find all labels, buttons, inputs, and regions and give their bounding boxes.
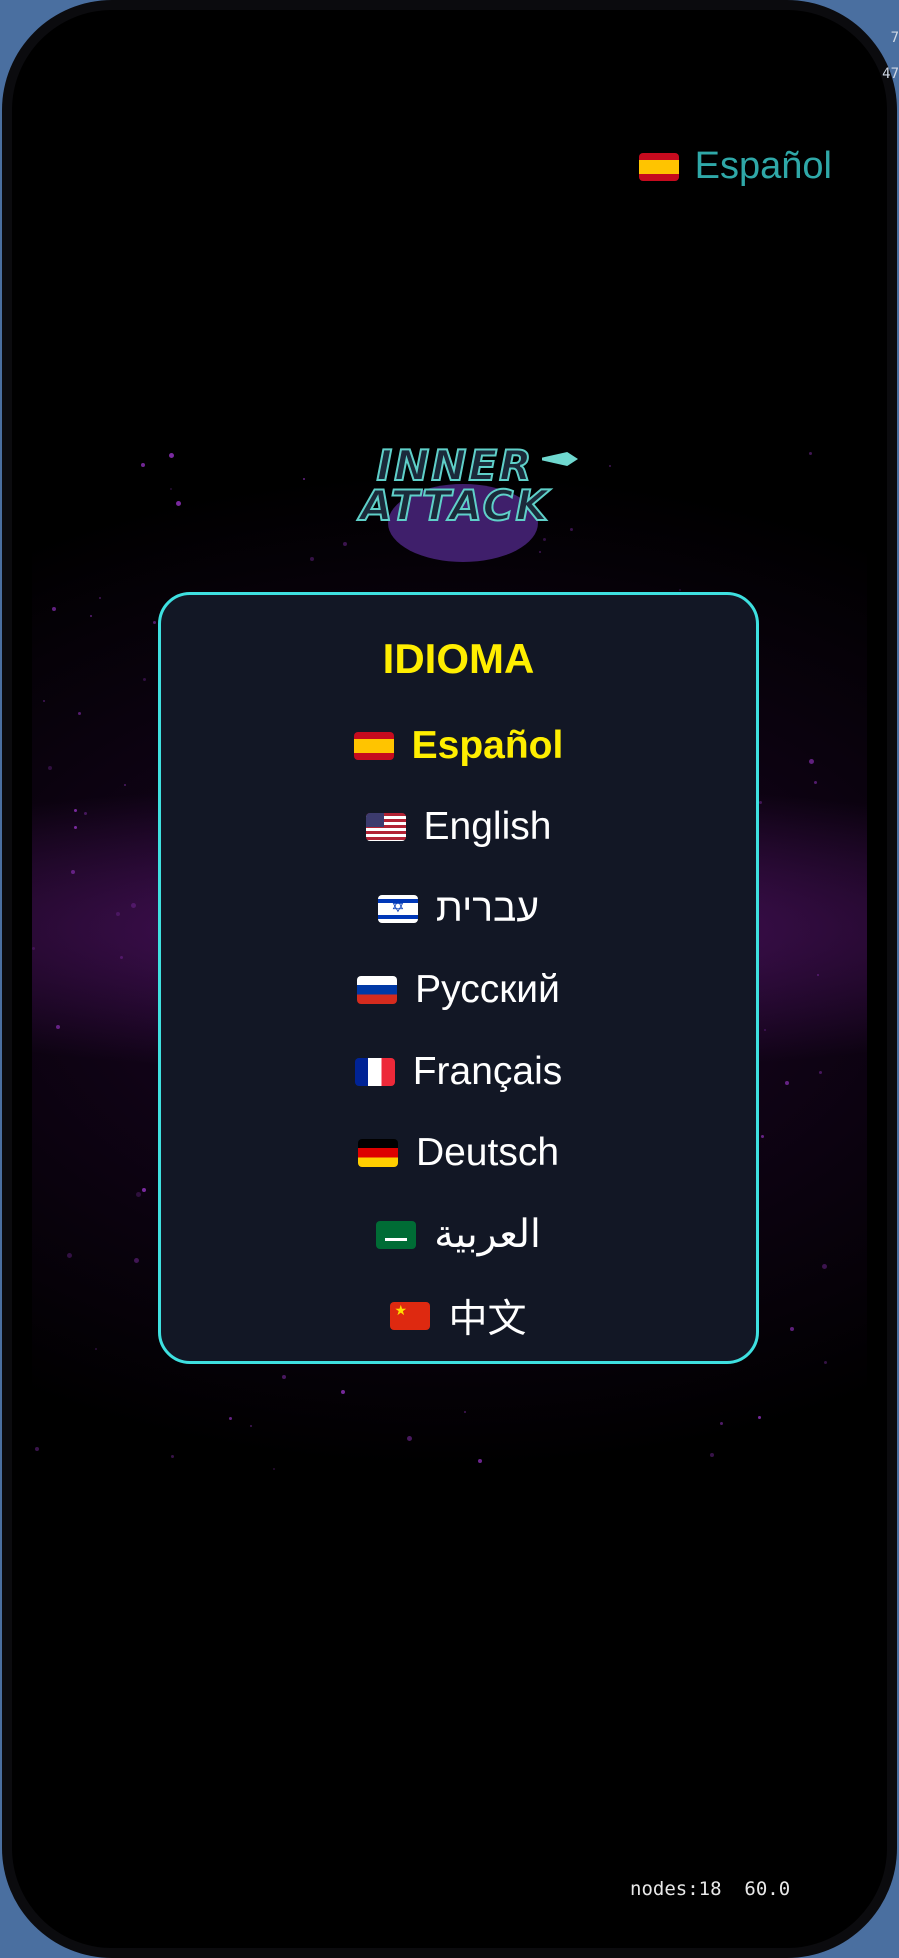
star-dot bbox=[608, 464, 611, 467]
star-dot bbox=[168, 453, 174, 459]
star-dot bbox=[281, 1375, 286, 1380]
star-dot bbox=[808, 759, 814, 765]
germany-flag-icon bbox=[357, 1139, 398, 1168]
star-dot bbox=[302, 478, 305, 481]
star-dot bbox=[84, 812, 88, 816]
star-dot bbox=[758, 801, 762, 805]
star-dot bbox=[478, 1458, 483, 1463]
language-option-label: Русский bbox=[415, 968, 560, 1012]
russia-flag-icon bbox=[357, 976, 398, 1005]
dialog-title: IDIOMA bbox=[382, 635, 535, 682]
star-dot bbox=[790, 1326, 795, 1331]
usa-flag-icon bbox=[365, 813, 406, 842]
star-dot bbox=[153, 620, 157, 624]
star-dot bbox=[228, 1416, 232, 1420]
star-dot bbox=[170, 488, 173, 491]
language-selector[interactable]: Español bbox=[638, 145, 832, 188]
star-dot bbox=[785, 1081, 790, 1086]
star-dot bbox=[73, 808, 77, 812]
china-flag-icon bbox=[390, 1302, 431, 1331]
logo-line-2: ATTACK bbox=[359, 481, 551, 530]
star-dot bbox=[98, 596, 101, 599]
star-dot bbox=[43, 700, 45, 703]
game-logo: INNER ATTACK bbox=[330, 440, 590, 562]
status-bar-corner: 7 47 bbox=[881, 20, 899, 92]
star-dot bbox=[813, 781, 817, 785]
language-option-label: العربية bbox=[434, 1213, 541, 1257]
star-dot bbox=[143, 678, 147, 682]
logo-line-1: INNER bbox=[376, 441, 534, 490]
star-dot bbox=[35, 1447, 40, 1452]
language-option-ar[interactable]: العربية bbox=[161, 1194, 756, 1276]
star-dot bbox=[678, 589, 681, 592]
star-dot bbox=[176, 501, 182, 507]
spain-flag-icon bbox=[353, 731, 394, 760]
spain-flag-icon bbox=[638, 152, 679, 181]
star-dot bbox=[47, 765, 52, 770]
language-option-label: Deutsch bbox=[415, 1131, 560, 1175]
star-dot bbox=[824, 1360, 828, 1364]
star-dot bbox=[134, 1258, 140, 1264]
language-option-de[interactable]: Deutsch bbox=[161, 1113, 756, 1195]
star-dot bbox=[760, 1134, 764, 1138]
star-dot bbox=[250, 1424, 253, 1427]
star-dot bbox=[51, 607, 56, 612]
star-dot bbox=[817, 974, 820, 977]
star-dot bbox=[341, 1390, 346, 1395]
node-count: nodes:18 bbox=[630, 1878, 722, 1900]
language-option-zh[interactable]: 中文 bbox=[161, 1276, 756, 1358]
language-option-es[interactable]: Español bbox=[161, 705, 756, 787]
language-option-he[interactable]: עברית bbox=[161, 868, 756, 950]
language-options: Español English עברית Русский Français bbox=[161, 705, 756, 1357]
language-option-label: Español bbox=[411, 723, 564, 767]
game-screen: Español INNER ATTACK JUGAR CONFIGURACION… bbox=[12, 10, 887, 1948]
star-dot bbox=[464, 1411, 467, 1414]
star-dot bbox=[171, 1454, 175, 1458]
star-dot bbox=[719, 1422, 723, 1426]
language-option-label: עברית bbox=[435, 886, 540, 930]
saudi-arabia-flag-icon bbox=[376, 1220, 417, 1249]
star-dot bbox=[67, 1252, 73, 1258]
star-dot bbox=[124, 784, 127, 787]
status-fragment: 7 bbox=[890, 30, 899, 46]
star-dot bbox=[95, 1347, 98, 1350]
star-dot bbox=[310, 556, 315, 561]
language-dialog: IDIOMA Español English עברית Русский bbox=[158, 592, 759, 1364]
language-selector-label: Español bbox=[694, 145, 832, 187]
star-dot bbox=[809, 451, 813, 455]
language-option-label: English bbox=[423, 805, 552, 849]
star-dot bbox=[710, 1453, 715, 1458]
debug-stats: nodes:18 60.0 bbox=[630, 1878, 790, 1900]
language-option-en[interactable]: English bbox=[161, 787, 756, 869]
star-dot bbox=[78, 711, 82, 715]
star-dot bbox=[70, 870, 75, 875]
language-option-ru[interactable]: Русский bbox=[161, 950, 756, 1032]
language-option-label: 中文 bbox=[448, 1298, 527, 1342]
star-dot bbox=[89, 614, 92, 617]
language-option-fr[interactable]: Français bbox=[161, 1031, 756, 1113]
israel-flag-icon bbox=[377, 894, 418, 923]
fps-counter: 60.0 bbox=[744, 1878, 791, 1900]
star-dot bbox=[119, 955, 123, 959]
language-option-label: Français bbox=[412, 1049, 563, 1093]
star-dot bbox=[272, 1467, 275, 1470]
star-dot bbox=[407, 1435, 413, 1441]
star-dot bbox=[141, 462, 146, 467]
device-frame: Español INNER ATTACK JUGAR CONFIGURACION… bbox=[2, 0, 897, 1958]
star-dot bbox=[822, 1264, 828, 1270]
star-dot bbox=[74, 826, 78, 830]
status-fragment: 47 bbox=[882, 66, 899, 82]
star-dot bbox=[757, 1416, 761, 1420]
france-flag-icon bbox=[354, 1057, 395, 1086]
